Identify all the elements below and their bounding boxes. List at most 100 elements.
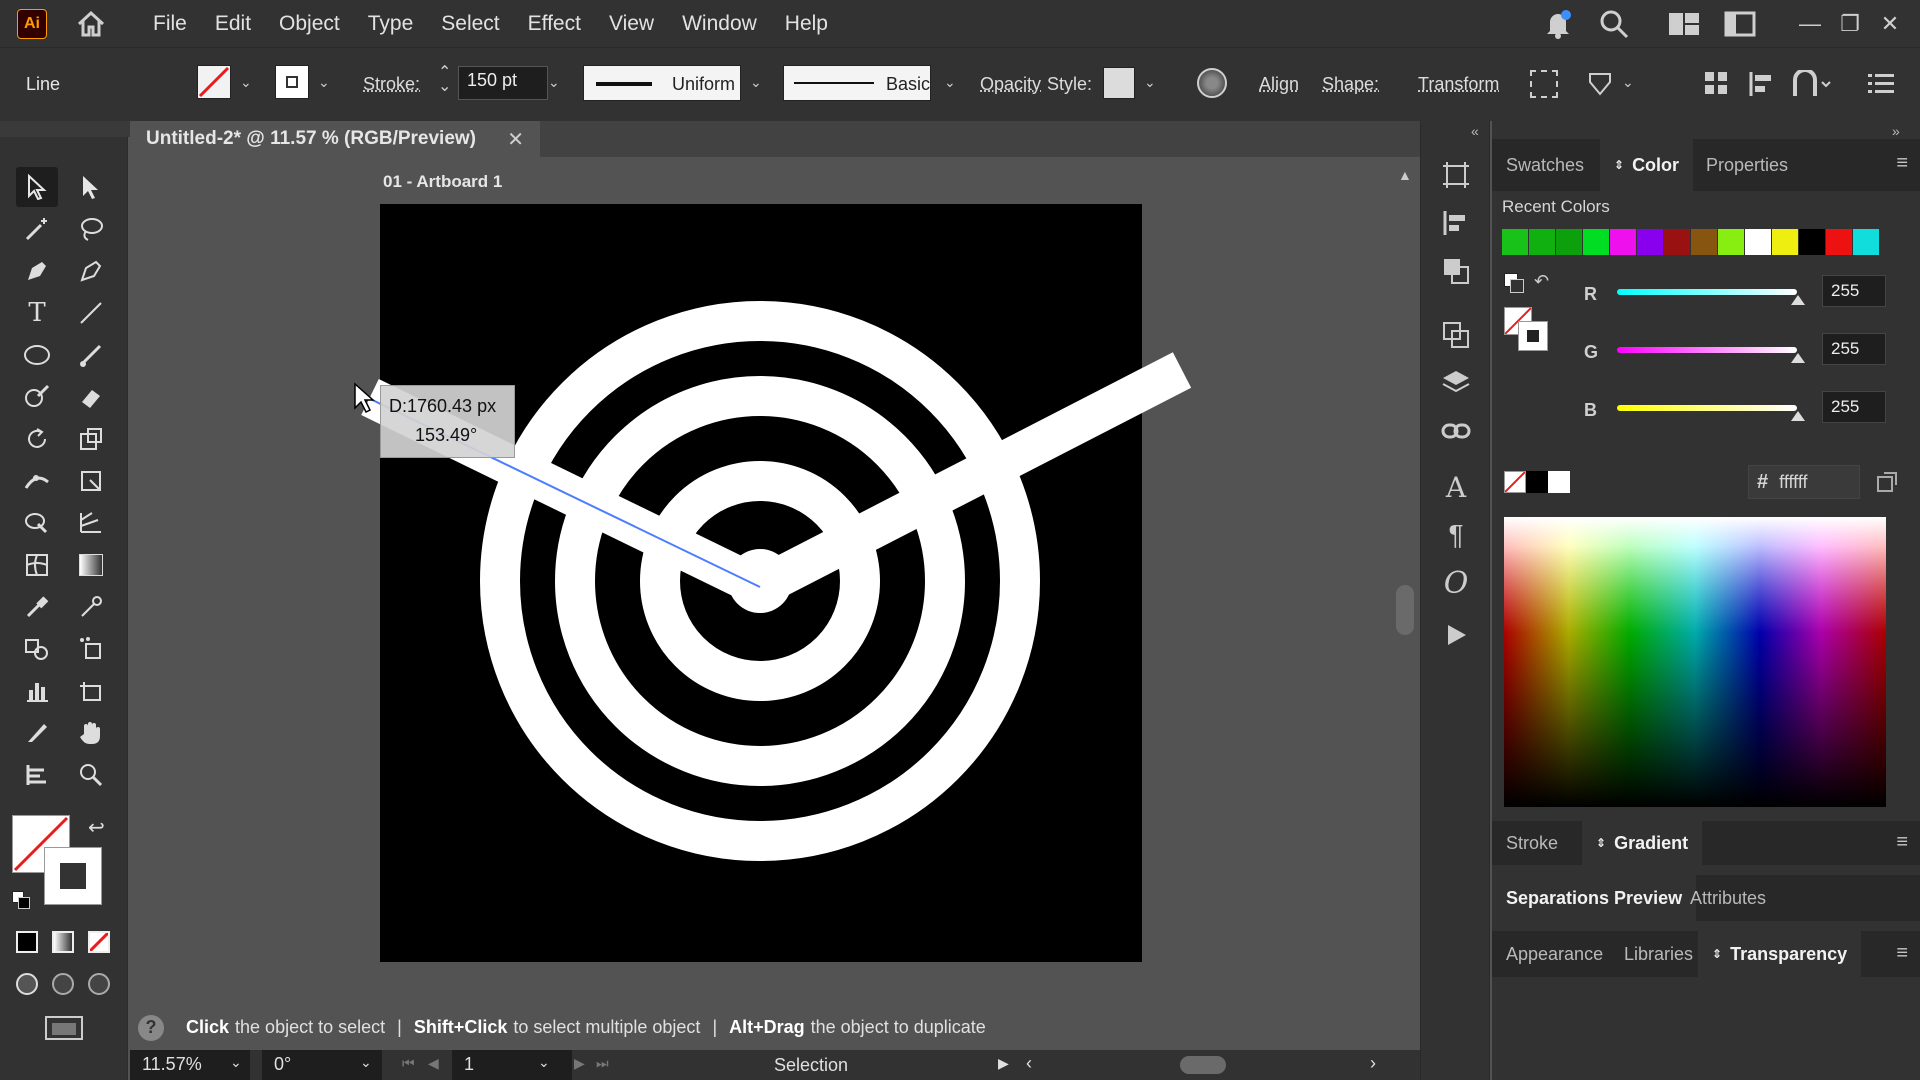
menu-select[interactable]: Select bbox=[427, 12, 513, 36]
recent-color-swatch[interactable] bbox=[1826, 229, 1852, 255]
symbol-sprayer-tool-icon[interactable] bbox=[70, 629, 112, 669]
color-picker-icon[interactable] bbox=[70, 587, 112, 627]
prev-artboard-icon[interactable]: ◀ bbox=[428, 1055, 439, 1072]
tab-swatches[interactable]: Swatches bbox=[1492, 139, 1598, 191]
menu-view[interactable]: View bbox=[595, 12, 668, 36]
type-tool-icon[interactable]: T bbox=[16, 293, 58, 333]
recent-color-swatch[interactable] bbox=[1637, 229, 1663, 255]
print-tiling-tool-icon[interactable] bbox=[16, 755, 58, 795]
zoom-tool-icon[interactable] bbox=[70, 755, 112, 795]
default-fill-stroke-icon[interactable] bbox=[12, 891, 32, 911]
draw-inside-icon[interactable] bbox=[88, 973, 110, 995]
mesh-tool-icon[interactable] bbox=[16, 545, 58, 585]
swap-colors-icon[interactable]: ↶ bbox=[1534, 271, 1549, 292]
b-slider-handle[interactable] bbox=[1791, 411, 1805, 421]
recent-color-swatch[interactable] bbox=[1691, 229, 1717, 255]
stroke-stepper[interactable]: ⌃ ⌄ bbox=[438, 65, 451, 95]
character-panel-icon[interactable]: A bbox=[1438, 469, 1474, 505]
rotation-dropdown-icon[interactable]: ⌄ bbox=[360, 1054, 372, 1071]
canvas[interactable]: 01 - Artboard 1 D:1760.43 px 153.49° bbox=[130, 157, 1390, 1005]
artboards-panel-icon[interactable] bbox=[1438, 157, 1474, 193]
swap-fill-stroke-icon[interactable]: ↩ bbox=[88, 815, 105, 840]
recent-color-swatch[interactable] bbox=[1799, 229, 1825, 255]
gradient-tool-icon[interactable] bbox=[70, 545, 112, 585]
lasso-tool-icon[interactable] bbox=[70, 209, 112, 249]
zoom-dropdown-icon[interactable]: ⌄ bbox=[230, 1054, 242, 1071]
shape-label[interactable]: Shape: bbox=[1322, 74, 1379, 95]
menu-window[interactable]: Window bbox=[668, 12, 771, 36]
brush-definition[interactable]: Basic bbox=[783, 65, 931, 101]
paragraph-panel-icon[interactable]: ¶ bbox=[1438, 517, 1474, 553]
recent-color-swatch[interactable] bbox=[1529, 229, 1555, 255]
blend-tool-icon[interactable] bbox=[16, 629, 58, 669]
document-tab[interactable]: Untitled-2* @ 11.57 % (RGB/Preview) ✕ bbox=[130, 121, 540, 157]
stroke-swatch[interactable] bbox=[275, 65, 309, 99]
home-icon[interactable] bbox=[73, 6, 109, 42]
width-tool-icon[interactable] bbox=[16, 461, 58, 501]
draw-normal-icon[interactable] bbox=[16, 973, 38, 995]
align-left-icon[interactable] bbox=[1748, 70, 1776, 98]
artboard-dropdown-icon[interactable]: ⌄ bbox=[538, 1054, 550, 1071]
rotate-tool-icon[interactable] bbox=[16, 419, 58, 459]
help-icon[interactable]: ? bbox=[138, 1014, 164, 1041]
stroke-weight-dropdown-icon[interactable]: ⌄ bbox=[548, 74, 560, 91]
magic-wand-tool-icon[interactable] bbox=[16, 209, 58, 249]
panel-stroke-box[interactable] bbox=[1518, 321, 1548, 351]
b-slider[interactable] bbox=[1617, 405, 1797, 411]
paintbrush-tool-icon[interactable] bbox=[70, 335, 112, 375]
menu-type[interactable]: Type bbox=[354, 12, 428, 36]
menu-file[interactable]: File bbox=[139, 12, 201, 36]
menu-edit[interactable]: Edit bbox=[201, 12, 265, 36]
fill-dropdown-icon[interactable]: ⌄ bbox=[240, 74, 252, 91]
tab-attributes[interactable]: Attributes bbox=[1676, 875, 1780, 921]
artboard-tool-icon[interactable] bbox=[70, 671, 112, 711]
r-value-field[interactable]: 255 bbox=[1822, 275, 1886, 307]
color-panel-menu-icon[interactable]: ≡ bbox=[1896, 152, 1908, 175]
draw-behind-icon[interactable] bbox=[52, 973, 74, 995]
none-mode-icon[interactable] bbox=[88, 931, 110, 953]
search-icon[interactable] bbox=[1594, 4, 1634, 44]
collapse-right-icon[interactable]: » bbox=[1892, 123, 1900, 139]
white-color-chip[interactable] bbox=[1548, 471, 1570, 493]
transform-panel-icon[interactable] bbox=[1438, 317, 1474, 353]
selection-tool-icon[interactable] bbox=[16, 167, 58, 207]
workspace-switcher-icon[interactable] bbox=[1664, 4, 1704, 44]
actions-play-icon[interactable] bbox=[1438, 617, 1474, 653]
next-artboard-icon[interactable]: ▶ bbox=[574, 1055, 585, 1072]
align-panel-icon[interactable] bbox=[1438, 205, 1474, 241]
r-slider[interactable] bbox=[1617, 289, 1797, 295]
style-dropdown-icon[interactable]: ⌄ bbox=[1144, 74, 1156, 91]
shape-builder-tool-icon[interactable] bbox=[16, 503, 58, 543]
recent-color-swatch[interactable] bbox=[1718, 229, 1744, 255]
free-transform-tool-icon[interactable] bbox=[70, 461, 112, 501]
tab-transparency[interactable]: ⇕ Transparency bbox=[1698, 931, 1862, 977]
recent-color-swatch[interactable] bbox=[1745, 229, 1771, 255]
puppet-dropdown-icon[interactable]: ⌄ bbox=[1622, 74, 1634, 91]
r-slider-handle[interactable] bbox=[1791, 295, 1805, 305]
scroll-up-icon[interactable]: ▲ bbox=[1398, 167, 1412, 183]
curvature-tool-icon[interactable] bbox=[70, 251, 112, 291]
restore-icon[interactable]: ❐ bbox=[1830, 11, 1870, 37]
status-menu-icon[interactable]: ▶ bbox=[998, 1055, 1009, 1072]
g-value-field[interactable]: 255 bbox=[1822, 333, 1886, 365]
hand-tool-icon[interactable] bbox=[70, 713, 112, 753]
color-spectrum[interactable] bbox=[1504, 517, 1886, 807]
stroke-panel-menu-icon[interactable]: ≡ bbox=[1896, 831, 1908, 854]
graphic-style-swatch[interactable] bbox=[1103, 67, 1135, 99]
layers-panel-icon[interactable] bbox=[1438, 365, 1474, 401]
recent-color-swatch[interactable] bbox=[1556, 229, 1582, 255]
close-tab-icon[interactable]: ✕ bbox=[507, 127, 524, 152]
transparency-panel-menu-icon[interactable]: ≡ bbox=[1896, 942, 1908, 965]
opacity-label[interactable]: Opacity bbox=[980, 74, 1041, 95]
opentype-panel-icon[interactable]: O bbox=[1438, 565, 1474, 601]
links-panel-icon[interactable] bbox=[1438, 413, 1474, 449]
artboard-number-field[interactable]: 1 bbox=[452, 1050, 572, 1080]
variable-width-profile[interactable]: Uniform bbox=[583, 65, 741, 101]
color-mode-icon[interactable] bbox=[16, 931, 38, 953]
stroke-dropdown-icon[interactable]: ⌄ bbox=[318, 74, 330, 91]
horizontal-scroll-thumb[interactable] bbox=[1180, 1056, 1226, 1074]
tab-color[interactable]: ⇕ Color bbox=[1600, 139, 1694, 191]
screen-mode-icon[interactable] bbox=[44, 1015, 84, 1043]
first-artboard-icon[interactable]: ⏮ bbox=[402, 1055, 415, 1072]
black-color-chip[interactable] bbox=[1526, 471, 1548, 493]
